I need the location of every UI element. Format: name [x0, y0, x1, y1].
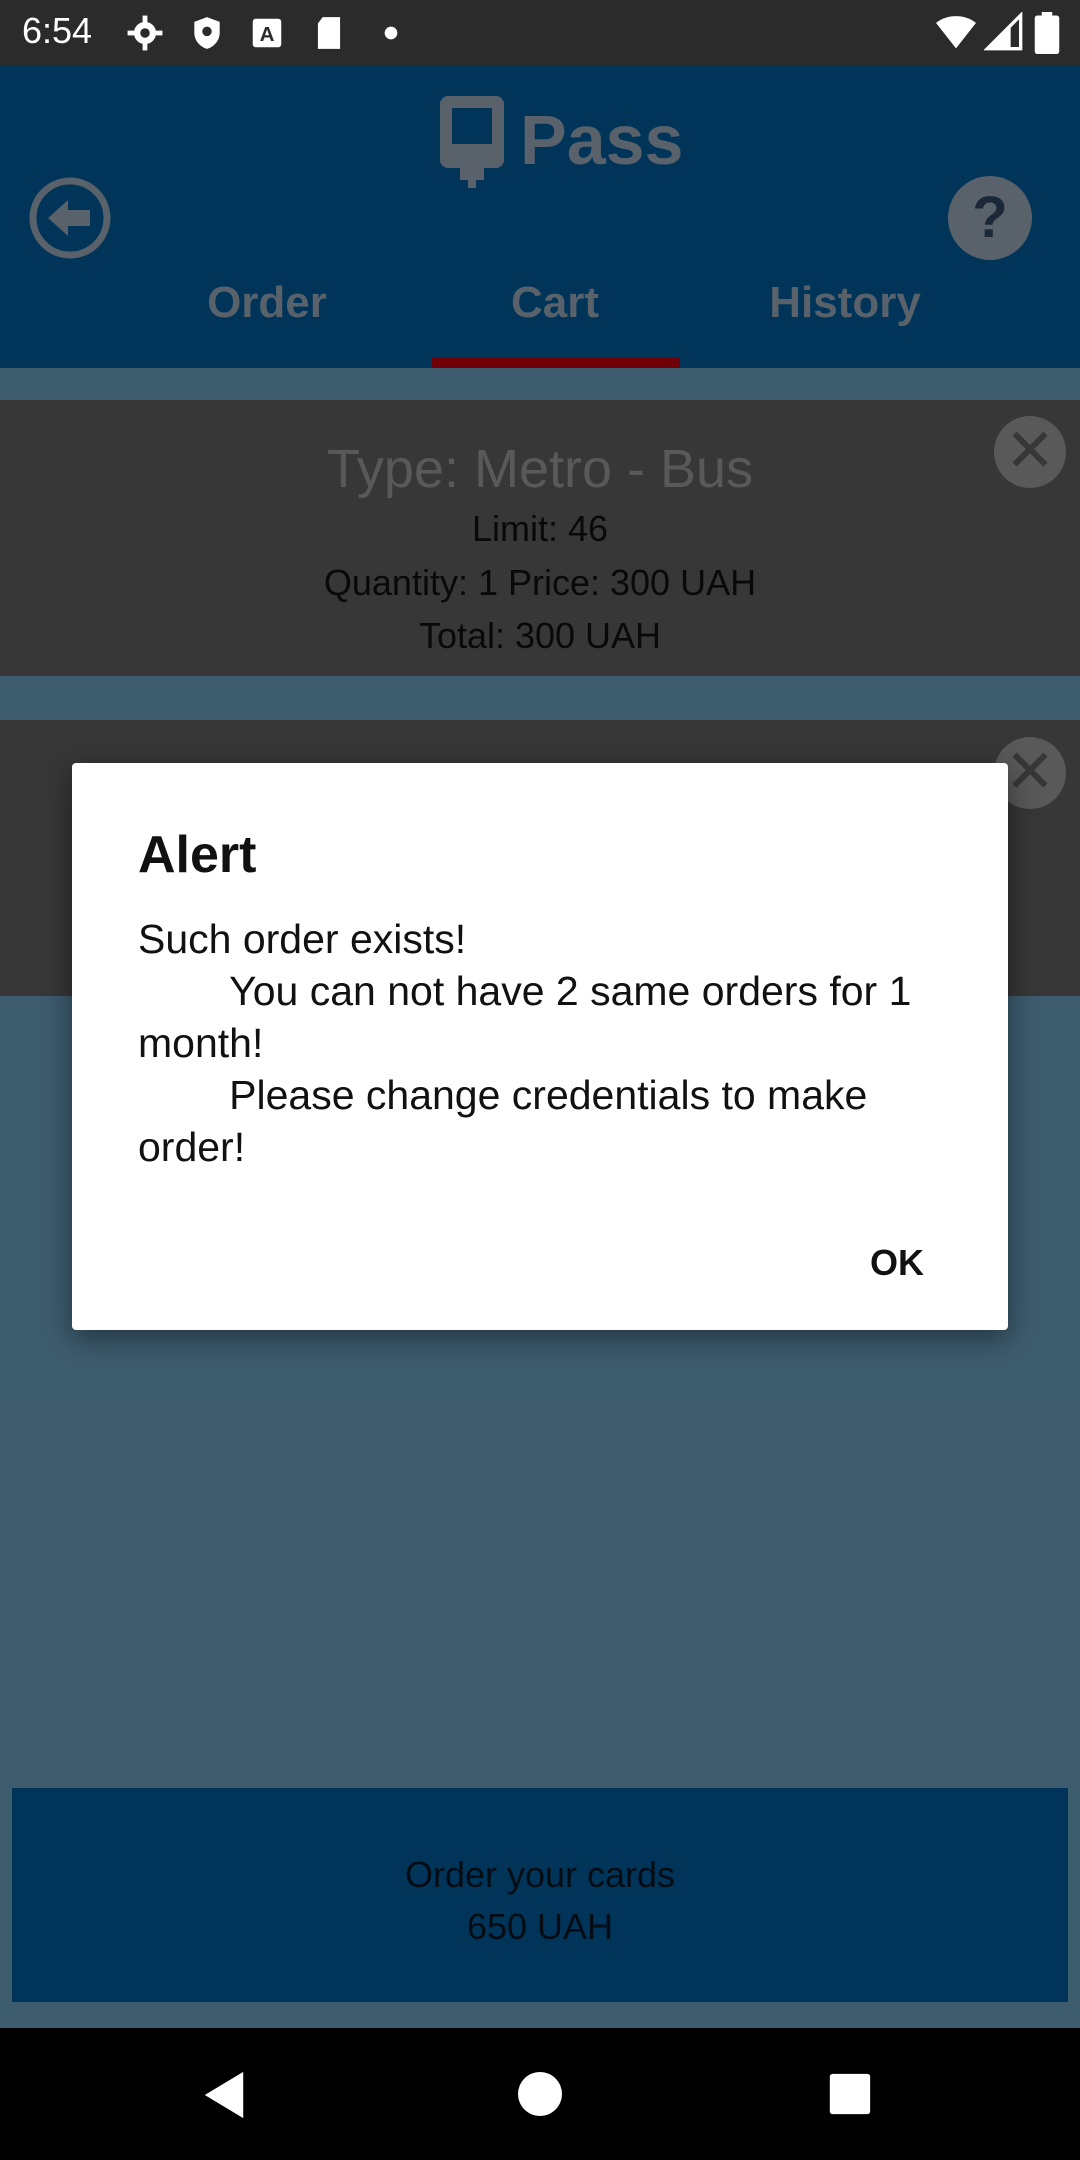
settings-icon: [127, 15, 163, 51]
sd-card-icon: [317, 17, 341, 49]
status-time: 6:54: [22, 10, 93, 51]
shield-icon: [194, 17, 220, 49]
nav-recents-icon[interactable]: [828, 2072, 872, 2116]
nav-back-icon[interactable]: [200, 2070, 248, 2120]
svg-text:A: A: [260, 23, 275, 46]
dialog-message: Such order exists! You can not have 2 sa…: [138, 916, 912, 1170]
ok-button[interactable]: OK: [832, 1223, 962, 1303]
cell-signal-icon: [984, 12, 1023, 51]
wifi-icon: [936, 16, 976, 49]
a-box-icon: A: [252, 18, 282, 48]
nav-home-icon[interactable]: [516, 2070, 564, 2118]
dialog-title: Alert: [138, 826, 257, 884]
battery-icon: [1034, 12, 1060, 54]
dot-icon: [384, 26, 398, 40]
status-bar: 6:54 A: [0, 0, 1080, 66]
navigation-bar: [0, 2028, 1080, 2160]
alert-dialog: Alert Such order exists! You can not hav…: [72, 763, 1008, 1330]
